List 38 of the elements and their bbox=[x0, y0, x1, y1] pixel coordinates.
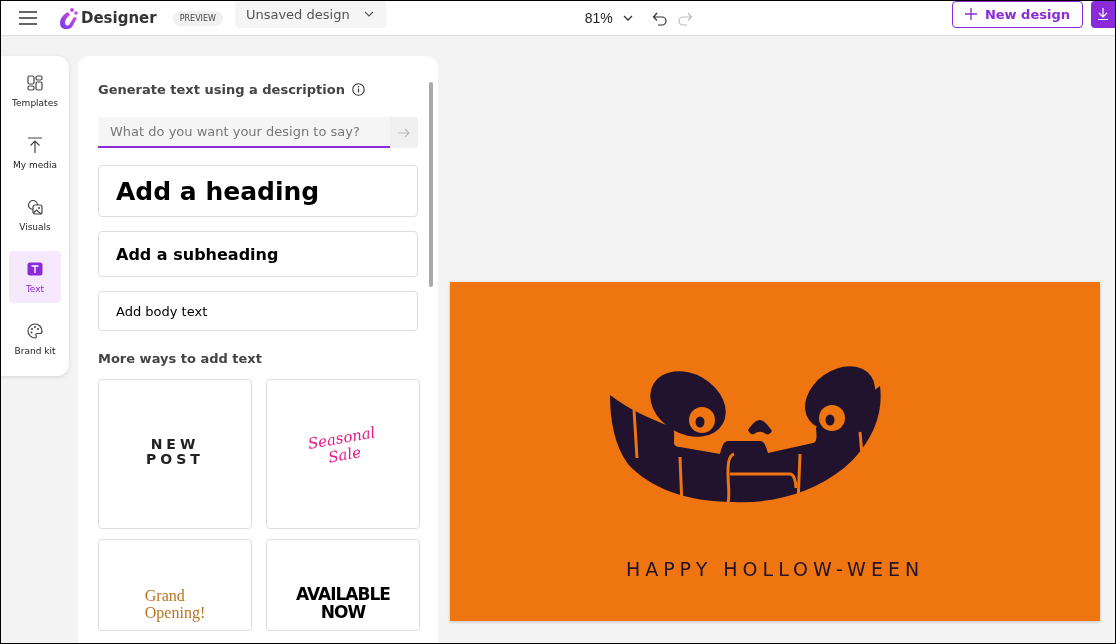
chevron-down-icon bbox=[363, 11, 374, 17]
text-style-card[interactable]: Seasonal Sale bbox=[266, 379, 420, 529]
plus-icon bbox=[964, 8, 977, 20]
export-button[interactable] bbox=[1091, 1, 1115, 28]
nav-item[interactable]: Templates bbox=[9, 65, 61, 117]
design-name-dropdown[interactable]: Unsaved design bbox=[234, 1, 386, 28]
menu-icon bbox=[19, 11, 37, 25]
app-name: Designer bbox=[81, 9, 157, 27]
nav-item[interactable]: Brand kit bbox=[9, 313, 61, 365]
palette-icon bbox=[27, 322, 43, 339]
grid-icon bbox=[27, 74, 43, 91]
redo-icon bbox=[678, 10, 694, 26]
add-subheading-button[interactable]: Add a subheading bbox=[98, 231, 418, 277]
image-icon bbox=[27, 198, 43, 215]
add-heading-button[interactable]: Add a heading bbox=[98, 165, 418, 217]
nav-item[interactable]: Text bbox=[9, 251, 61, 303]
prompt-title: Generate text using a description bbox=[98, 82, 345, 97]
section-title: More ways to add text bbox=[98, 351, 263, 366]
new-design-button[interactable]: New design bbox=[951, 1, 1083, 28]
nav-item[interactable]: My media bbox=[9, 127, 61, 179]
scrollbar-thumb[interactable] bbox=[429, 82, 433, 287]
chevron-down-icon bbox=[622, 15, 633, 21]
upload-icon bbox=[27, 136, 43, 153]
prompt-input-field[interactable]: What do you want your design to say? bbox=[98, 117, 390, 148]
design-caption: HAPPY HOLLOW-WEEN bbox=[625, 558, 925, 580]
undo-icon bbox=[652, 10, 668, 26]
nav-item[interactable]: Visuals bbox=[9, 189, 61, 241]
info-icon bbox=[351, 83, 365, 96]
logo-icon bbox=[57, 7, 79, 29]
text-style-card[interactable]: NEW POST bbox=[98, 379, 252, 529]
text-style-card[interactable]: AVAILABLE NOW bbox=[266, 539, 420, 631]
zoom-dropdown[interactable]: 81% bbox=[584, 10, 633, 26]
text-icon bbox=[27, 260, 43, 277]
arrow-right-icon bbox=[398, 127, 410, 138]
text-style-card[interactable]: Grand Opening! bbox=[98, 539, 252, 631]
download-icon bbox=[1098, 8, 1108, 20]
preview-badge: PREVIEW bbox=[172, 10, 223, 26]
add-body-button[interactable]: Add body text bbox=[98, 291, 418, 331]
